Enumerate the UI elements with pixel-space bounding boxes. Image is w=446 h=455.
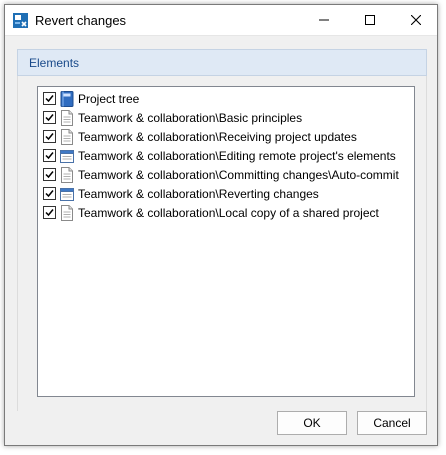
elements-checklist[interactable]: Project tree Teamwork & collaboration\Ba… — [37, 86, 415, 397]
document-icon — [61, 205, 73, 221]
window-page-icon — [60, 150, 74, 163]
window-title: Revert changes — [35, 13, 127, 28]
item-checkbox[interactable] — [43, 130, 56, 143]
tree-item-label: Teamwork & collaboration\Editing remote … — [78, 149, 396, 163]
tree-item-receiving-project-updates[interactable]: Teamwork & collaboration\Receiving proje… — [43, 127, 411, 146]
project-book-icon — [60, 91, 74, 107]
tree-item-editing-remote-elements[interactable]: Teamwork & collaboration\Editing remote … — [43, 146, 411, 165]
tree-item-label: Teamwork & collaboration\Receiving proje… — [78, 130, 357, 144]
tree-item-label: Teamwork & collaboration\Reverting chang… — [78, 187, 319, 201]
tree-item-label: Teamwork & collaboration\Basic principle… — [78, 111, 303, 125]
tree-item-label: Teamwork & collaboration\Local copy of a… — [78, 206, 379, 220]
tree-item-reverting-changes[interactable]: Teamwork & collaboration\Reverting chang… — [43, 184, 411, 203]
checkmark-icon — [45, 171, 54, 179]
minimize-button[interactable] — [301, 5, 347, 35]
app-logo-icon — [13, 13, 28, 28]
tree-item-label: Project tree — [78, 92, 140, 106]
elements-group-label: Elements — [29, 56, 80, 70]
title-bar[interactable]: Revert changes — [5, 5, 437, 36]
tree-item-auto-commit[interactable]: Teamwork & collaboration\Committing chan… — [43, 165, 411, 184]
close-icon — [411, 15, 421, 25]
maximize-icon — [365, 15, 375, 25]
item-checkbox[interactable] — [43, 168, 56, 181]
ok-button[interactable]: OK — [277, 411, 347, 435]
cancel-button[interactable]: Cancel — [357, 411, 427, 435]
elements-group-header: Elements — [17, 49, 427, 76]
revert-changes-dialog: Revert changes Elements Project tree Tea… — [4, 4, 438, 446]
maximize-button[interactable] — [347, 5, 393, 35]
checkmark-icon — [45, 209, 54, 217]
checkmark-icon — [45, 190, 54, 198]
close-button[interactable] — [393, 5, 439, 35]
tree-item-label: Teamwork & collaboration\Committing chan… — [78, 168, 399, 182]
document-icon — [61, 167, 73, 183]
window-page-icon — [60, 188, 74, 201]
tree-item-local-copy[interactable]: Teamwork & collaboration\Local copy of a… — [43, 203, 411, 222]
checkmark-icon — [45, 114, 54, 122]
tree-item-basic-principles[interactable]: Teamwork & collaboration\Basic principle… — [43, 108, 411, 127]
item-checkbox[interactable] — [43, 187, 56, 200]
checkmark-icon — [45, 133, 54, 141]
document-icon — [61, 129, 73, 145]
item-checkbox[interactable] — [43, 111, 56, 124]
item-checkbox[interactable] — [43, 149, 56, 162]
tree-item-project-tree[interactable]: Project tree — [43, 89, 411, 108]
document-icon — [61, 110, 73, 126]
item-checkbox[interactable] — [43, 92, 56, 105]
checkmark-icon — [45, 95, 54, 103]
checkmark-icon — [45, 152, 54, 160]
item-checkbox[interactable] — [43, 206, 56, 219]
minimize-icon — [319, 19, 329, 21]
